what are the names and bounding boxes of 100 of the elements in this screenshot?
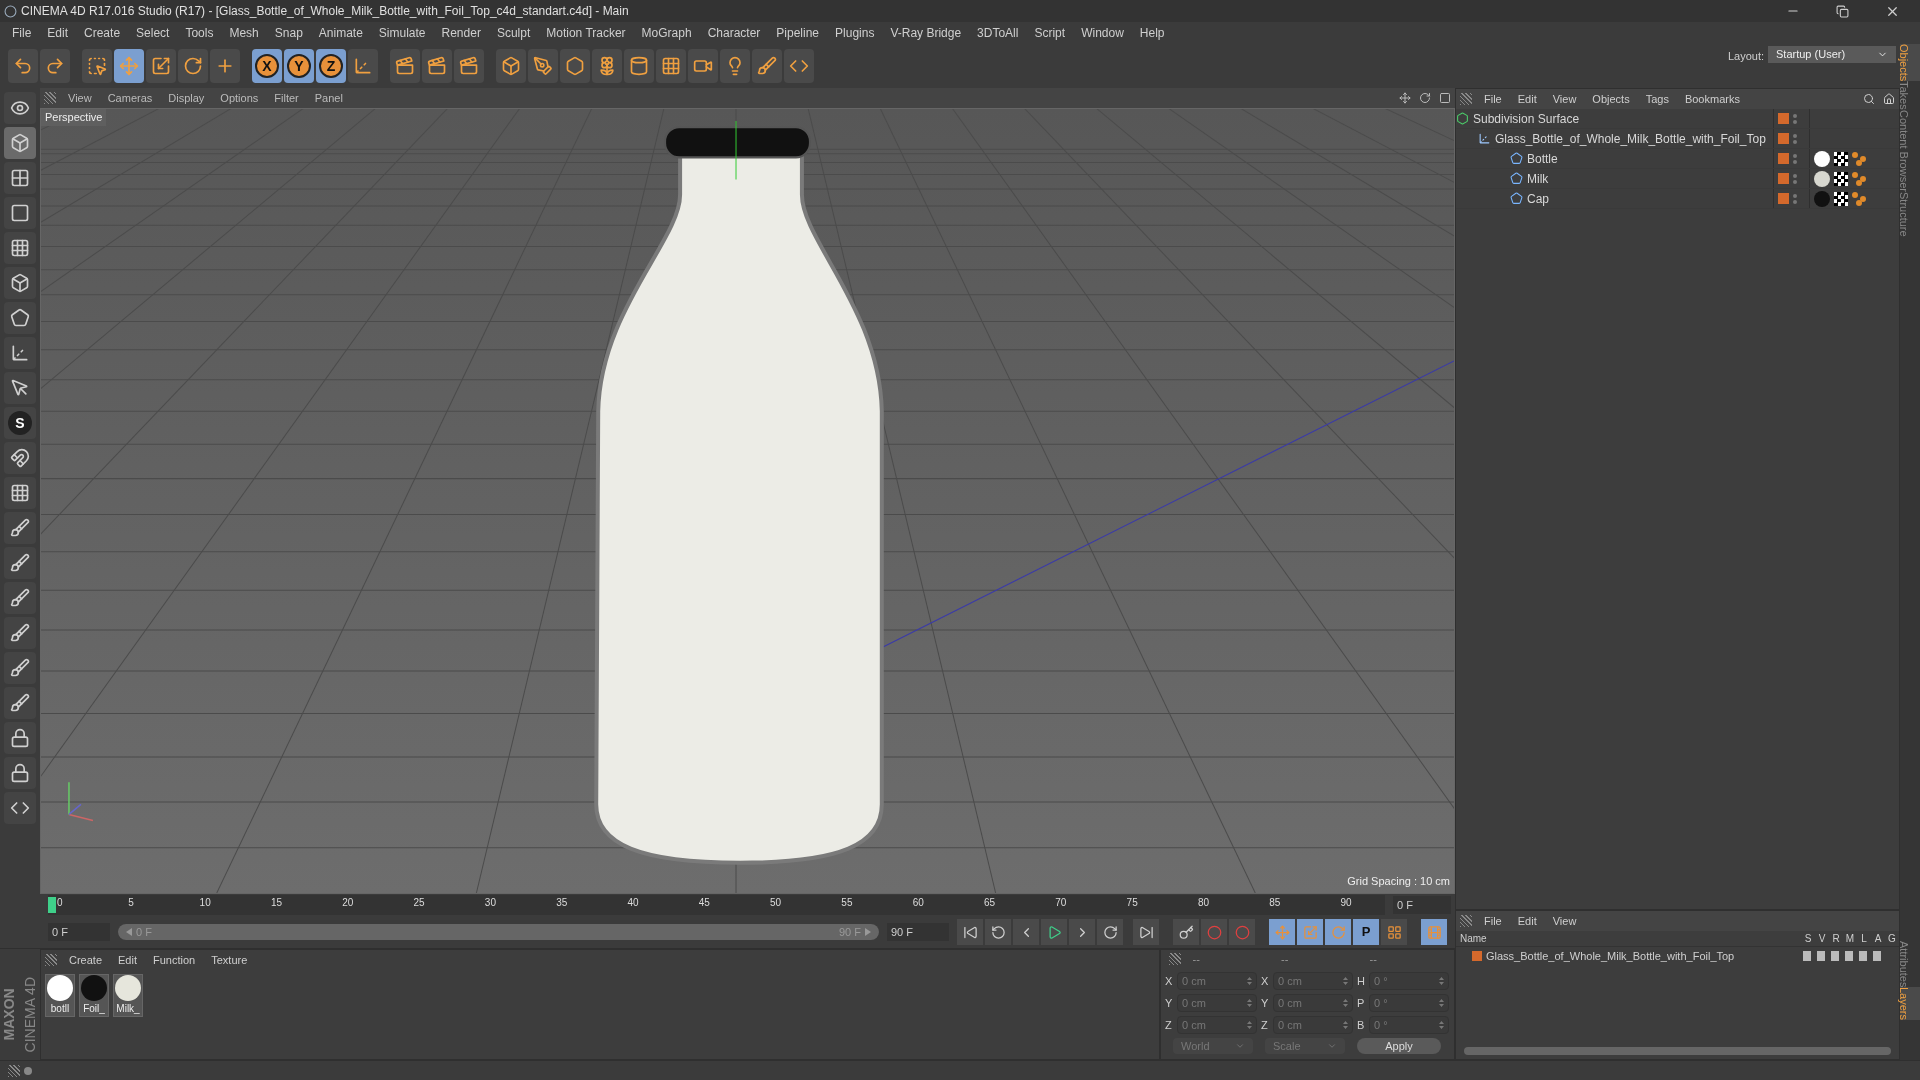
menu-item[interactable]: Create [76, 24, 129, 42]
start-frame-field[interactable]: 0 F [48, 923, 110, 941]
object-name[interactable]: Bottle [1527, 149, 1558, 168]
layout-dropdown[interactable]: Startup (User) [1768, 46, 1896, 63]
menu-item[interactable]: View [1544, 912, 1585, 930]
milk-bottle-drawing[interactable] [594, 120, 884, 865]
side-tab[interactable]: Takes [1900, 81, 1920, 111]
menu-item[interactable]: Display [160, 89, 213, 107]
toolbar-button[interactable] [348, 49, 378, 83]
toolbar-button[interactable] [40, 49, 70, 83]
toolbar-button[interactable] [560, 49, 590, 83]
menu-item[interactable]: Character [699, 24, 769, 42]
tool-button[interactable] [4, 337, 36, 369]
go-to-start-button[interactable] [957, 919, 983, 945]
tool-button[interactable] [4, 267, 36, 299]
axis-lock-button[interactable]: Y [284, 49, 314, 83]
restore-icon[interactable] [1836, 4, 1849, 18]
menu-item[interactable]: Create [61, 951, 111, 969]
toolbar-button[interactable] [390, 49, 420, 83]
next-frame-button[interactable] [1069, 919, 1095, 945]
tool-button[interactable] [4, 92, 36, 124]
object-name[interactable]: Glass_Bottle_of_Whole_Milk_Bottle_with_Foil_Top [1495, 129, 1766, 148]
menu-item[interactable]: Sculpt [488, 24, 539, 42]
menu-item[interactable]: Tags [1637, 90, 1677, 108]
toolbar-button[interactable] [720, 49, 750, 83]
phong-tag-icon[interactable] [1852, 191, 1866, 206]
previous-key-button[interactable] [985, 919, 1011, 945]
menu-item[interactable]: Bookmarks [1676, 90, 1748, 108]
current-frame-field[interactable]: 0 F [1393, 896, 1451, 914]
menu-item[interactable]: MoGraph [633, 24, 700, 42]
menu-item[interactable]: Window [1073, 24, 1132, 42]
menu-item[interactable]: Plugins [827, 24, 883, 42]
toolbar-button[interactable] [624, 49, 654, 83]
menu-item[interactable]: File [1476, 90, 1510, 108]
menu-item[interactable]: Animate [310, 24, 371, 42]
toolbar-button[interactable] [422, 49, 452, 83]
search-icon[interactable] [1863, 93, 1875, 105]
tool-button[interactable] [4, 512, 36, 544]
tool-button[interactable] [4, 442, 36, 474]
toolbar-button[interactable] [8, 49, 38, 83]
menu-item[interactable]: Objects [1584, 90, 1638, 108]
menu-item[interactable]: Tools [177, 24, 222, 42]
timeline-ruler[interactable]: 0 5 10 15 20 25 30 35 40 45 50 55 60 65 70 75 80 85 90 [48, 895, 1385, 915]
texture-tag-icon[interactable] [1834, 171, 1848, 186]
menu-item[interactable]: Edit [1509, 912, 1545, 930]
tool-button[interactable] [4, 162, 36, 194]
menu-item[interactable]: File [4, 24, 40, 42]
toolbar-button[interactable] [656, 49, 686, 83]
next-key-button[interactable] [1097, 919, 1123, 945]
menu-item[interactable]: 3DToAll [969, 24, 1027, 42]
tool-button[interactable] [4, 232, 36, 264]
menu-item[interactable]: Snap [266, 24, 311, 42]
tool-button[interactable] [4, 477, 36, 509]
object-name[interactable]: Subdivision Surface [1473, 109, 1580, 128]
axis-lock-button[interactable]: X [252, 49, 282, 83]
toolbar-button[interactable] [178, 49, 208, 83]
layer-name[interactable]: Glass_Bottle_of_Whole_Milk_Bottle_with_Foil_Top [1486, 947, 1735, 965]
menu-item[interactable]: Script [1026, 24, 1074, 42]
object-name[interactable]: Milk [1527, 169, 1549, 188]
toolbar-button[interactable] [146, 49, 176, 83]
menu-item[interactable]: Panel [306, 89, 351, 107]
menu-item[interactable]: Edit [110, 951, 145, 969]
tool-button[interactable] [4, 617, 36, 649]
go-to-end-button[interactable] [1133, 919, 1159, 945]
record-key-button[interactable] [1173, 919, 1199, 945]
side-tab[interactable]: Objects [1900, 44, 1920, 82]
menu-item[interactable]: Cameras [99, 89, 161, 107]
material-thumbnail[interactable]: Foil_ [79, 974, 109, 1017]
apply-button[interactable]: Apply [1357, 1038, 1441, 1054]
menu-item[interactable]: Simulate [370, 24, 434, 42]
toolbar-button[interactable] [688, 49, 718, 83]
phong-tag-icon[interactable] [1852, 151, 1866, 166]
menu-item[interactable]: Motion Tracker [538, 24, 634, 42]
tool-button[interactable] [4, 792, 36, 824]
toolbar-button[interactable] [528, 49, 558, 83]
toolbar-button[interactable] [82, 49, 112, 83]
tool-button[interactable] [4, 372, 36, 404]
tool-button[interactable] [4, 197, 36, 229]
axis-lock-button[interactable]: Z [316, 49, 346, 83]
menu-item[interactable]: V-Ray Bridge [882, 24, 970, 42]
toolbar-button[interactable] [752, 49, 782, 83]
menu-item[interactable]: File [1476, 912, 1510, 930]
menu-item[interactable]: Edit [39, 24, 77, 42]
material-thumbnail[interactable]: Milk_ [113, 974, 143, 1017]
tool-button[interactable] [4, 547, 36, 579]
texture-tag-icon[interactable] [1834, 191, 1848, 206]
menu-item[interactable]: Texture [203, 951, 256, 969]
previous-frame-button[interactable] [1013, 919, 1039, 945]
tool-button[interactable]: S [4, 407, 36, 439]
tool-button[interactable] [4, 652, 36, 684]
toolbar-button[interactable] [454, 49, 484, 83]
tool-button[interactable] [4, 722, 36, 754]
menu-item[interactable]: View [1544, 90, 1585, 108]
horizontal-scrollbar[interactable] [1464, 1047, 1891, 1055]
menu-item[interactable]: Render [433, 24, 489, 42]
menu-item[interactable]: View [60, 89, 100, 107]
side-tab[interactable]: Attributes [1900, 940, 1920, 987]
material-tag[interactable] [1814, 170, 1830, 187]
material-thumbnail[interactable]: botll [45, 974, 75, 1017]
key-parameter-button[interactable]: P [1353, 919, 1379, 945]
